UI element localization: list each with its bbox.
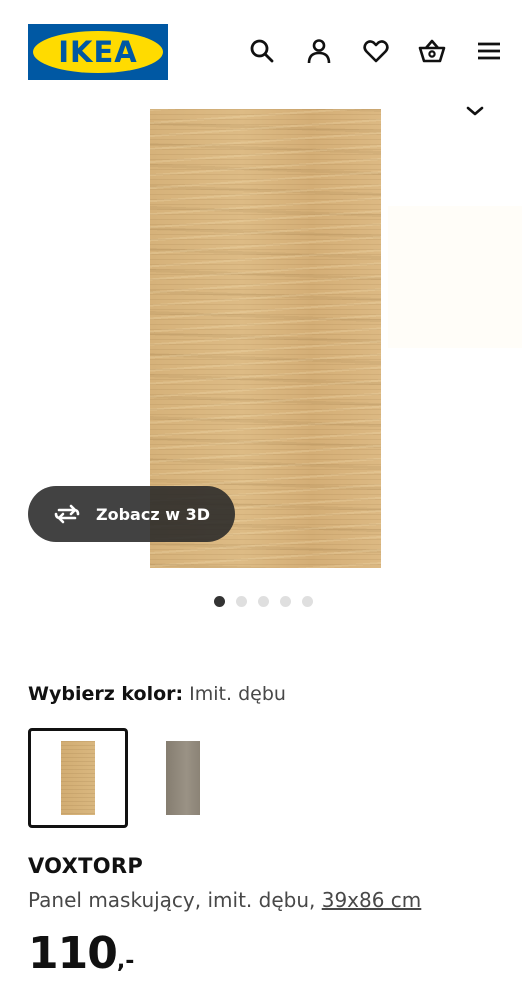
user-icon[interactable] [304, 36, 334, 66]
color-picker-label: Wybierz kolor: Imit. dębu [28, 683, 286, 705]
price-integer: 110 [28, 928, 118, 979]
carousel-dot[interactable] [280, 596, 291, 607]
color-selected-value: Imit. dębu [189, 683, 286, 705]
view-3d-button[interactable]: Zobacz w 3D [28, 486, 235, 542]
color-label-title: Wybierz kolor: [28, 683, 184, 705]
price-suffix: ,- [116, 949, 135, 974]
search-icon[interactable] [247, 36, 277, 66]
heart-icon[interactable] [361, 36, 391, 66]
product-name: VOXTORP [28, 854, 144, 878]
carousel-dot[interactable] [258, 596, 269, 607]
rotate-3d-icon [52, 502, 82, 526]
product-size-link[interactable]: 39x86 cm [322, 888, 422, 912]
swatch-image-oak [61, 741, 95, 815]
color-swatch-grey[interactable] [133, 728, 233, 828]
color-swatch-oak[interactable] [28, 728, 128, 828]
next-image-peek[interactable] [388, 206, 522, 348]
carousel-dot[interactable] [236, 596, 247, 607]
product-description-text: Panel maskujący, imit. dębu, [28, 888, 316, 912]
product-price: 110,- [28, 928, 134, 979]
carousel-dot[interactable] [214, 596, 225, 607]
product-description: Panel maskujący, imit. dębu, 39x86 cm [28, 888, 421, 912]
logo-text: IKEA [58, 35, 138, 69]
product-gallery[interactable]: Zobacz w 3D [0, 100, 522, 580]
carousel-dot[interactable] [302, 596, 313, 607]
ikea-logo[interactable]: IKEA [28, 24, 168, 80]
site-header: IKEA [0, 0, 522, 100]
basket-icon[interactable] [417, 36, 447, 66]
carousel-dots [214, 596, 324, 608]
chevron-down-icon[interactable] [463, 102, 487, 120]
view-3d-label: Zobacz w 3D [96, 504, 210, 524]
swatch-image-grey [166, 741, 200, 815]
menu-icon[interactable] [474, 36, 504, 66]
